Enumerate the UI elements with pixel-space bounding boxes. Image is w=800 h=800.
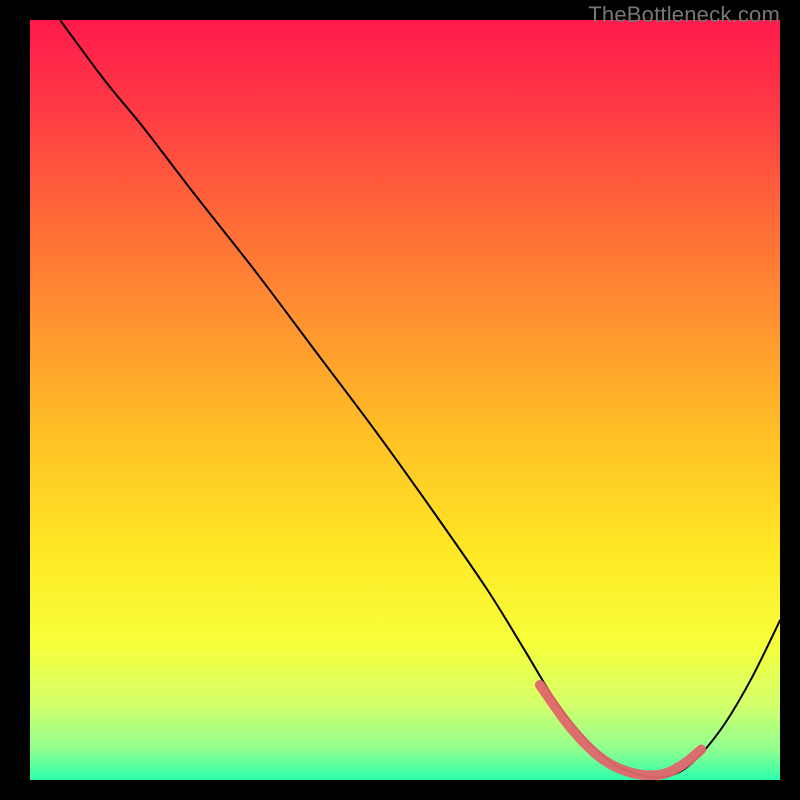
plot-area [30,20,780,780]
chart-svg [30,20,780,780]
gradient-background [30,20,780,780]
chart-frame: TheBottleneck.com [0,0,800,800]
watermark-text: TheBottleneck.com [588,2,780,28]
